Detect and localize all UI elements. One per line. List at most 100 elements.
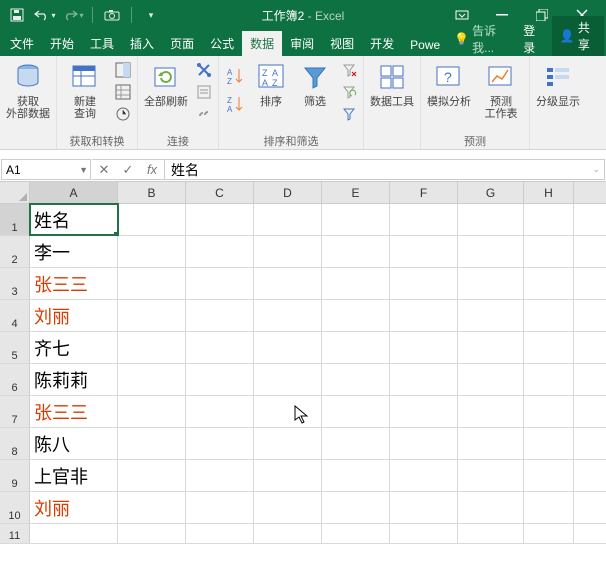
row-header-1[interactable]: 1 xyxy=(0,204,30,235)
cell-F1[interactable] xyxy=(390,204,458,235)
row-header-6[interactable]: 6 xyxy=(0,364,30,395)
cell-E5[interactable] xyxy=(322,332,390,363)
tab-insert[interactable]: 插入 xyxy=(122,31,162,56)
cell-H1[interactable] xyxy=(524,204,574,235)
column-header-C[interactable]: C xyxy=(186,182,254,203)
tab-formula[interactable]: 公式 xyxy=(202,31,242,56)
cell-A5[interactable]: 齐七 xyxy=(30,332,118,363)
tab-power[interactable]: Powe xyxy=(402,34,448,56)
cell-E8[interactable] xyxy=(322,428,390,459)
cell-D10[interactable] xyxy=(254,492,322,523)
qat-customize-icon[interactable]: ▾ xyxy=(138,3,164,27)
cell-C2[interactable] xyxy=(186,236,254,267)
row-header-2[interactable]: 2 xyxy=(0,236,30,267)
column-header-H[interactable]: H xyxy=(524,182,574,203)
row-header-5[interactable]: 5 xyxy=(0,332,30,363)
cell-D11[interactable] xyxy=(254,524,322,543)
row-header-7[interactable]: 7 xyxy=(0,396,30,427)
save-icon[interactable] xyxy=(4,3,30,27)
tab-review[interactable]: 审阅 xyxy=(282,31,322,56)
row-header-8[interactable]: 8 xyxy=(0,428,30,459)
cell-B9[interactable] xyxy=(118,460,186,491)
cell-B5[interactable] xyxy=(118,332,186,363)
cell-A8[interactable]: 陈八 xyxy=(30,428,118,459)
cell-G7[interactable] xyxy=(458,396,524,427)
cell-F10[interactable] xyxy=(390,492,458,523)
cell-A6[interactable]: 陈莉莉 xyxy=(30,364,118,395)
sign-in-button[interactable]: 登录 xyxy=(515,22,552,56)
cell-F4[interactable] xyxy=(390,300,458,331)
tab-layout[interactable]: 页面 xyxy=(162,31,202,56)
cell-D7[interactable] xyxy=(254,396,322,427)
column-header-E[interactable]: E xyxy=(322,182,390,203)
tab-home[interactable]: 开始 xyxy=(42,31,82,56)
cell-C4[interactable] xyxy=(186,300,254,331)
cell-A9[interactable]: 上官非 xyxy=(30,460,118,491)
sort-button[interactable]: ZAAZ 排序 xyxy=(251,58,291,108)
connections-icon[interactable] xyxy=(194,60,214,80)
column-header-B[interactable]: B xyxy=(118,182,186,203)
column-header-G[interactable]: G xyxy=(458,182,524,203)
cell-G2[interactable] xyxy=(458,236,524,267)
tab-tools[interactable]: 工具 xyxy=(82,31,122,56)
cell-A1[interactable]: 姓名 xyxy=(30,204,118,235)
reapply-icon[interactable] xyxy=(339,82,359,102)
cell-D8[interactable] xyxy=(254,428,322,459)
cell-F2[interactable] xyxy=(390,236,458,267)
cell-B6[interactable] xyxy=(118,364,186,395)
cell-F3[interactable] xyxy=(390,268,458,299)
cell-A10[interactable]: 刘丽 xyxy=(30,492,118,523)
cell-H10[interactable] xyxy=(524,492,574,523)
cell-D4[interactable] xyxy=(254,300,322,331)
clear-filter-icon[interactable] xyxy=(339,60,359,80)
cell-H11[interactable] xyxy=(524,524,574,543)
sort-asc-icon[interactable]: AZ xyxy=(223,64,247,88)
row-header-11[interactable]: 11 xyxy=(0,524,30,543)
cell-A2[interactable]: 李一 xyxy=(30,236,118,267)
cell-E11[interactable] xyxy=(322,524,390,543)
cell-C6[interactable] xyxy=(186,364,254,395)
forecast-sheet-button[interactable]: 预测 工作表 xyxy=(477,58,525,120)
cell-B4[interactable] xyxy=(118,300,186,331)
tab-file[interactable]: 文件 xyxy=(2,31,42,56)
cell-G9[interactable] xyxy=(458,460,524,491)
cell-C9[interactable] xyxy=(186,460,254,491)
row-header-4[interactable]: 4 xyxy=(0,300,30,331)
cell-C10[interactable] xyxy=(186,492,254,523)
cell-D3[interactable] xyxy=(254,268,322,299)
cell-D9[interactable] xyxy=(254,460,322,491)
cell-A11[interactable] xyxy=(30,524,118,543)
undo-icon[interactable]: ▾ xyxy=(32,3,58,27)
sort-desc-icon[interactable]: ZA xyxy=(223,92,247,116)
cell-A4[interactable]: 刘丽 xyxy=(30,300,118,331)
expand-formula-icon[interactable]: ⌄ xyxy=(592,164,600,175)
cell-F11[interactable] xyxy=(390,524,458,543)
tab-view[interactable]: 视图 xyxy=(322,31,362,56)
cancel-formula-icon[interactable]: ✕ xyxy=(92,162,116,178)
row-header-3[interactable]: 3 xyxy=(0,268,30,299)
cell-E7[interactable] xyxy=(322,396,390,427)
name-box[interactable]: A1 ▼ xyxy=(1,159,91,180)
camera-icon[interactable] xyxy=(99,3,125,27)
cell-B2[interactable] xyxy=(118,236,186,267)
cell-H4[interactable] xyxy=(524,300,574,331)
cell-D6[interactable] xyxy=(254,364,322,395)
advanced-filter-icon[interactable] xyxy=(339,104,359,124)
formula-input[interactable]: 姓名 ⌄ xyxy=(165,159,605,180)
select-all-button[interactable] xyxy=(0,182,30,203)
cell-F5[interactable] xyxy=(390,332,458,363)
cell-F8[interactable] xyxy=(390,428,458,459)
cell-E9[interactable] xyxy=(322,460,390,491)
cell-B11[interactable] xyxy=(118,524,186,543)
cell-G10[interactable] xyxy=(458,492,524,523)
whatif-button[interactable]: ? 模拟分析 xyxy=(425,58,473,108)
cell-E1[interactable] xyxy=(322,204,390,235)
cell-C7[interactable] xyxy=(186,396,254,427)
cell-H8[interactable] xyxy=(524,428,574,459)
cell-H6[interactable] xyxy=(524,364,574,395)
cell-G5[interactable] xyxy=(458,332,524,363)
fx-icon[interactable]: fx xyxy=(140,162,164,177)
enter-formula-icon[interactable]: ✓ xyxy=(116,162,140,178)
redo-icon[interactable]: ▾ xyxy=(60,3,86,27)
cell-G3[interactable] xyxy=(458,268,524,299)
